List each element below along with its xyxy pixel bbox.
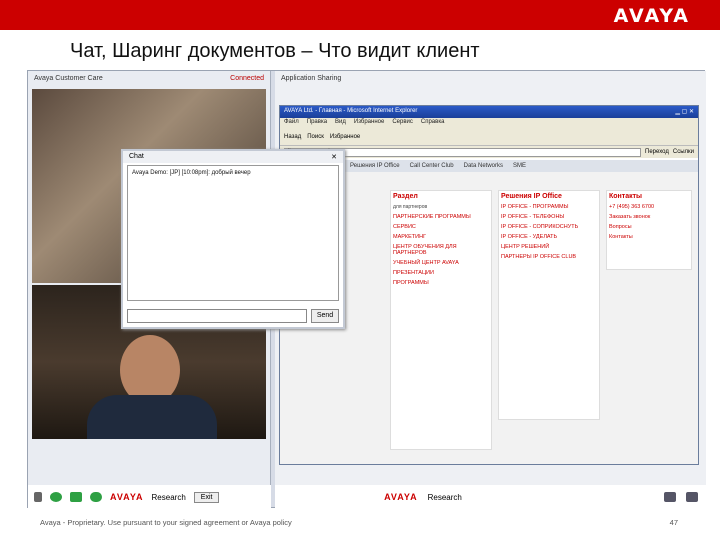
browser-titlebar: AVAYA Ltd. - Главная - Microsoft Interne… — [280, 106, 698, 118]
chat-input[interactable] — [127, 309, 307, 323]
close-icon[interactable]: ✕ — [331, 153, 337, 161]
app-title: Avaya Customer Care — [34, 75, 103, 82]
column-link[interactable]: ЦЕНТР ОБУЧЕНИЯ ДЛЯ ПАРТНЕРОВ — [393, 244, 489, 256]
site-nav-item[interactable]: Решения IP Office — [350, 163, 400, 169]
column-link[interactable]: СЕРВИС — [393, 224, 489, 230]
site-nav-item[interactable]: Call Center Club — [410, 163, 454, 169]
column-link[interactable]: IP OFFICE - СОПРИКОСНУТЬ — [501, 224, 597, 230]
menu-edit[interactable]: Правка — [307, 119, 327, 127]
video-camera-icon[interactable] — [70, 492, 82, 502]
links-label[interactable]: Ссылки — [673, 149, 694, 155]
sharing-footer: AVAYA Research — [275, 485, 706, 509]
person-body — [87, 395, 217, 439]
connection-status: Connected — [230, 75, 264, 82]
chat-message: Avaya Demo: [JP] [10:08pm]: добрый вечер — [132, 170, 251, 176]
column-title: Решения IP Office — [501, 193, 562, 200]
column-subtitle: для партнеров — [393, 204, 428, 210]
column-link[interactable]: ПАРТНЕРСКИЕ ПРОГРАММЫ — [393, 214, 489, 220]
column-title: Раздел — [393, 193, 418, 200]
menu-tools[interactable]: Сервис — [392, 119, 413, 127]
chat-transcript: Avaya Demo: [JP] [10:08pm]: добрый вечер — [127, 165, 339, 301]
column-link[interactable]: IP OFFICE - ТЕЛЕФОНЫ — [501, 214, 597, 220]
column-link[interactable]: Заказать звонок — [609, 214, 689, 220]
column-link[interactable]: ПРОГРАММЫ — [393, 280, 489, 286]
footer-logo: AVAYA — [110, 492, 144, 502]
menu-file[interactable]: Файл — [284, 119, 299, 127]
menu-help[interactable]: Справка — [421, 119, 445, 127]
footer-label: Research — [151, 492, 186, 502]
column-link[interactable]: Вопросы — [609, 224, 689, 230]
column-link[interactable]: ПАРТНЕРЫ IP OFFICE CLUB — [501, 254, 597, 260]
microphone-icon[interactable] — [50, 492, 62, 502]
browser-menu: Файл Правка Вид Избранное Сервис Справка — [280, 118, 698, 128]
menu-view[interactable]: Вид — [335, 119, 346, 127]
site-nav-item[interactable]: Data Networks — [464, 163, 503, 169]
chat-dialog: Chat ✕ Avaya Demo: [JP] [10:08pm]: добры… — [121, 149, 345, 329]
page-number: 47 — [669, 518, 678, 527]
chat-title: Chat — [129, 153, 144, 160]
chat-titlebar: Chat ✕ — [123, 151, 343, 163]
site-nav-item[interactable]: SME — [513, 163, 526, 169]
footer-label: Research — [427, 492, 462, 502]
column-title: Контакты — [609, 193, 643, 200]
top-banner: AVAYA — [0, 0, 720, 30]
footer-logo: AVAYA — [384, 492, 418, 502]
favorites-button[interactable]: Избранное — [330, 134, 360, 140]
column-link[interactable]: ЦЕНТР РЕШЕНИЙ — [501, 244, 597, 250]
fit-screen-icon[interactable] — [664, 492, 676, 502]
column-link[interactable]: Контакты — [609, 234, 689, 240]
column-link[interactable]: IP OFFICE - ПРОГРАММЫ — [501, 204, 597, 210]
chat-icon[interactable] — [90, 492, 102, 502]
column-link[interactable]: ПРЕЗЕНТАЦИИ — [393, 270, 489, 276]
column-link[interactable]: МАРКЕТИНГ — [393, 234, 489, 240]
footer-disclaimer: Avaya - Proprietary. Use pursuant to you… — [40, 518, 292, 527]
avaya-logo: AVAYA — [613, 5, 690, 27]
customer-care-header: Avaya Customer Care Connected — [28, 71, 270, 87]
exit-button[interactable]: Exit — [193, 491, 220, 503]
column-link[interactable]: УЧЕБНЫЙ ЦЕНТР AVAYA — [393, 260, 489, 266]
window-controls[interactable]: ▁ ▢ ✕ — [675, 108, 694, 116]
volume-icon[interactable] — [34, 492, 42, 502]
ip-office-column: Решения IP Office IP OFFICE - ПРОГРАММЫ … — [498, 190, 600, 420]
slide-title: Чат, Шаринг документов – Что видит клиен… — [70, 40, 480, 62]
column-link[interactable]: +7 (495) 363 6700 — [609, 204, 689, 210]
partners-column: Раздел для партнеров ПАРТНЕРСКИЕ ПРОГРАМ… — [390, 190, 492, 450]
column-link[interactable]: IP OFFICE - УДЕЛАТЬ — [501, 234, 597, 240]
menu-favorites[interactable]: Избранное — [354, 119, 384, 127]
browser-toolbar: Назад Поиск Избранное — [280, 128, 698, 146]
search-button[interactable]: Поиск — [307, 134, 324, 140]
send-button[interactable]: Send — [311, 309, 339, 323]
back-button[interactable]: Назад — [284, 134, 301, 140]
sharing-header: Application Sharing — [281, 75, 342, 82]
customer-care-footer: AVAYA Research Exit — [28, 485, 271, 509]
screenshot-frame: Avaya Customer Care Connected AVAYA Rese… — [27, 70, 706, 509]
go-button[interactable]: Переход — [645, 149, 669, 155]
contacts-column: Контакты +7 (495) 363 6700 Заказать звон… — [606, 190, 692, 270]
fullscreen-icon[interactable] — [686, 492, 698, 502]
browser-title: AVAYA Ltd. - Главная - Microsoft Interne… — [284, 108, 418, 114]
